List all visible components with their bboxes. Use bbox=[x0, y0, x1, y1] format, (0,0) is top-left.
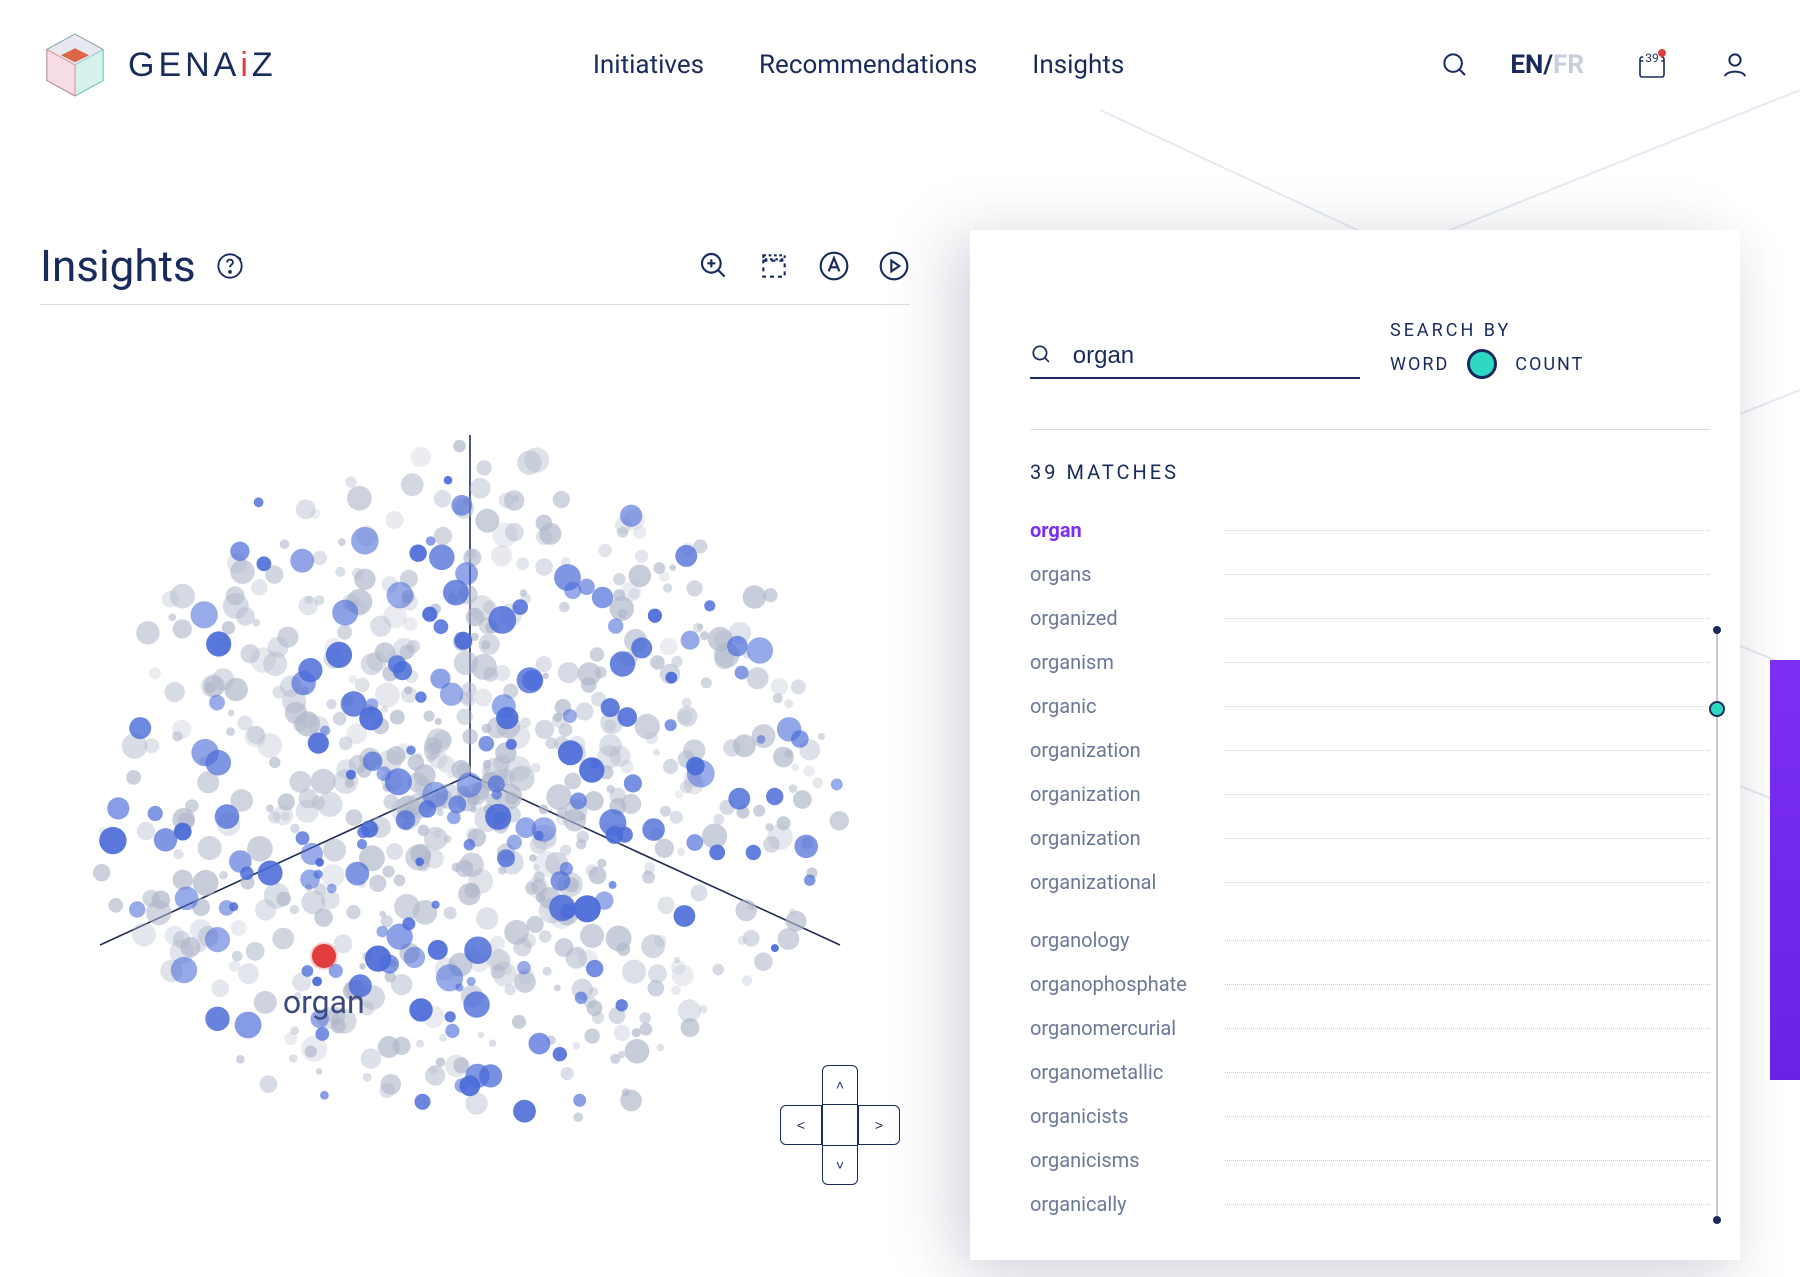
match-row[interactable]: organ bbox=[1030, 508, 1710, 552]
notifications-icon[interactable]: 39 bbox=[1634, 47, 1670, 83]
brand-block[interactable]: GENAiZ bbox=[40, 30, 277, 100]
match-word[interactable]: organicists bbox=[1030, 1104, 1205, 1128]
search-by-word-option[interactable]: WORD bbox=[1390, 354, 1449, 375]
panel-divider bbox=[1030, 429, 1710, 430]
match-word[interactable]: organophosphate bbox=[1030, 972, 1205, 996]
play-tool-icon[interactable] bbox=[878, 250, 910, 282]
match-row[interactable]: organically bbox=[1030, 1182, 1710, 1226]
match-row[interactable]: organophosphate bbox=[1030, 962, 1710, 1006]
focused-point[interactable] bbox=[312, 944, 336, 968]
search-by-count-option[interactable]: COUNT bbox=[1515, 354, 1584, 375]
scrollbar-bottom-cap bbox=[1713, 1216, 1721, 1224]
pan-right-button[interactable]: ˃ bbox=[858, 1105, 900, 1145]
match-row-rule bbox=[1225, 838, 1710, 839]
matches-count-label: 39 MATCHES bbox=[1030, 460, 1710, 484]
match-row[interactable]: organomercurial bbox=[1030, 1006, 1710, 1050]
match-row[interactable]: organization bbox=[1030, 772, 1710, 816]
match-row[interactable]: organology bbox=[1030, 918, 1710, 962]
match-row-rule bbox=[1225, 530, 1710, 531]
select-rect-tool-icon[interactable] bbox=[758, 250, 790, 282]
match-word[interactable]: organization bbox=[1030, 782, 1205, 806]
match-list: organ organs organized organism organic organ… bbox=[1030, 508, 1710, 1226]
focused-point-label: organ bbox=[283, 983, 365, 1021]
match-row[interactable]: organicisms bbox=[1030, 1138, 1710, 1182]
brand-wordmark: GENAiZ bbox=[128, 46, 277, 85]
match-word[interactable]: organ bbox=[1030, 518, 1205, 542]
nav-initiatives[interactable]: Initiatives bbox=[593, 50, 704, 80]
match-row[interactable]: organization bbox=[1030, 728, 1710, 772]
lang-active: EN bbox=[1510, 50, 1543, 80]
results-scrollbar-thumb[interactable] bbox=[1709, 701, 1725, 717]
match-word[interactable]: organicisms bbox=[1030, 1148, 1205, 1172]
match-word[interactable]: organization bbox=[1030, 826, 1205, 850]
match-word[interactable]: organized bbox=[1030, 606, 1205, 630]
embedding-scatter-plot[interactable]: organ ˄ ˂ ˃ ˅ bbox=[40, 345, 900, 1205]
page-title: Insights bbox=[40, 240, 196, 292]
match-row-rule bbox=[1225, 1204, 1710, 1205]
language-toggle[interactable]: EN/FR bbox=[1510, 50, 1584, 80]
match-row[interactable]: organization bbox=[1030, 816, 1710, 860]
nav-insights[interactable]: Insights bbox=[1032, 50, 1124, 80]
text-label-tool-icon[interactable] bbox=[818, 250, 850, 282]
lang-sep: / bbox=[1543, 50, 1553, 80]
search-by-label: SEARCH BY bbox=[1390, 320, 1710, 341]
match-row-rule bbox=[1225, 750, 1710, 751]
user-menu-icon[interactable] bbox=[1720, 50, 1750, 80]
global-search-icon[interactable] bbox=[1440, 50, 1470, 80]
results-scrollbar-track[interactable] bbox=[1716, 630, 1718, 1220]
match-row[interactable]: organism bbox=[1030, 640, 1710, 684]
search-by-toggle[interactable] bbox=[1467, 349, 1497, 379]
match-row[interactable]: organic bbox=[1030, 684, 1710, 728]
match-word[interactable]: organology bbox=[1030, 928, 1205, 952]
pan-left-button[interactable]: ˂ bbox=[780, 1105, 822, 1145]
dpad-center bbox=[822, 1105, 858, 1145]
match-row[interactable]: organs bbox=[1030, 552, 1710, 596]
match-word[interactable]: organs bbox=[1030, 562, 1205, 586]
pan-dpad: ˄ ˂ ˃ ˅ bbox=[780, 1065, 900, 1185]
match-row-rule bbox=[1225, 882, 1710, 883]
match-row-rule bbox=[1225, 706, 1710, 707]
scrollbar-top-cap bbox=[1713, 626, 1721, 634]
match-word[interactable]: organometallic bbox=[1030, 1060, 1205, 1084]
match-row-rule bbox=[1225, 1072, 1710, 1073]
match-row-rule bbox=[1225, 984, 1710, 985]
match-word[interactable]: organism bbox=[1030, 650, 1205, 674]
match-row-rule bbox=[1225, 618, 1710, 619]
pan-down-button[interactable]: ˅ bbox=[822, 1145, 858, 1185]
side-drawer-handle[interactable] bbox=[1770, 660, 1800, 1080]
nav-recommendations[interactable]: Recommendations bbox=[759, 50, 977, 80]
match-row-rule bbox=[1225, 940, 1710, 941]
match-row-rule bbox=[1225, 574, 1710, 575]
zoom-tool-icon[interactable] bbox=[698, 250, 730, 282]
match-row[interactable]: organizational bbox=[1030, 860, 1710, 904]
logo-icon bbox=[40, 30, 110, 100]
match-row[interactable]: organized bbox=[1030, 596, 1710, 640]
match-word[interactable]: organizational bbox=[1030, 870, 1205, 894]
match-word[interactable]: organization bbox=[1030, 738, 1205, 762]
match-row-rule bbox=[1225, 662, 1710, 663]
pan-up-button[interactable]: ˄ bbox=[822, 1065, 858, 1105]
match-row[interactable]: organicists bbox=[1030, 1094, 1710, 1138]
help-icon[interactable] bbox=[216, 252, 244, 280]
notifications-dot-icon bbox=[1658, 49, 1666, 57]
lang-inactive: FR bbox=[1553, 50, 1584, 80]
search-input[interactable] bbox=[1071, 341, 1360, 371]
match-row-rule bbox=[1225, 1160, 1710, 1161]
match-row-rule bbox=[1225, 1028, 1710, 1029]
match-word[interactable]: organic bbox=[1030, 694, 1205, 718]
match-row-rule bbox=[1225, 1116, 1710, 1117]
match-row-rule bbox=[1225, 794, 1710, 795]
match-row[interactable]: organometallic bbox=[1030, 1050, 1710, 1094]
match-word[interactable]: organomercurial bbox=[1030, 1016, 1205, 1040]
plot-dots bbox=[40, 345, 900, 1205]
search-panel: SEARCH BY WORD COUNT 39 MATCHES organorg… bbox=[970, 230, 1740, 1260]
search-icon bbox=[1030, 343, 1053, 369]
main-nav: Initiatives Recommendations Insights bbox=[317, 50, 1401, 80]
match-word[interactable]: organically bbox=[1030, 1192, 1205, 1216]
